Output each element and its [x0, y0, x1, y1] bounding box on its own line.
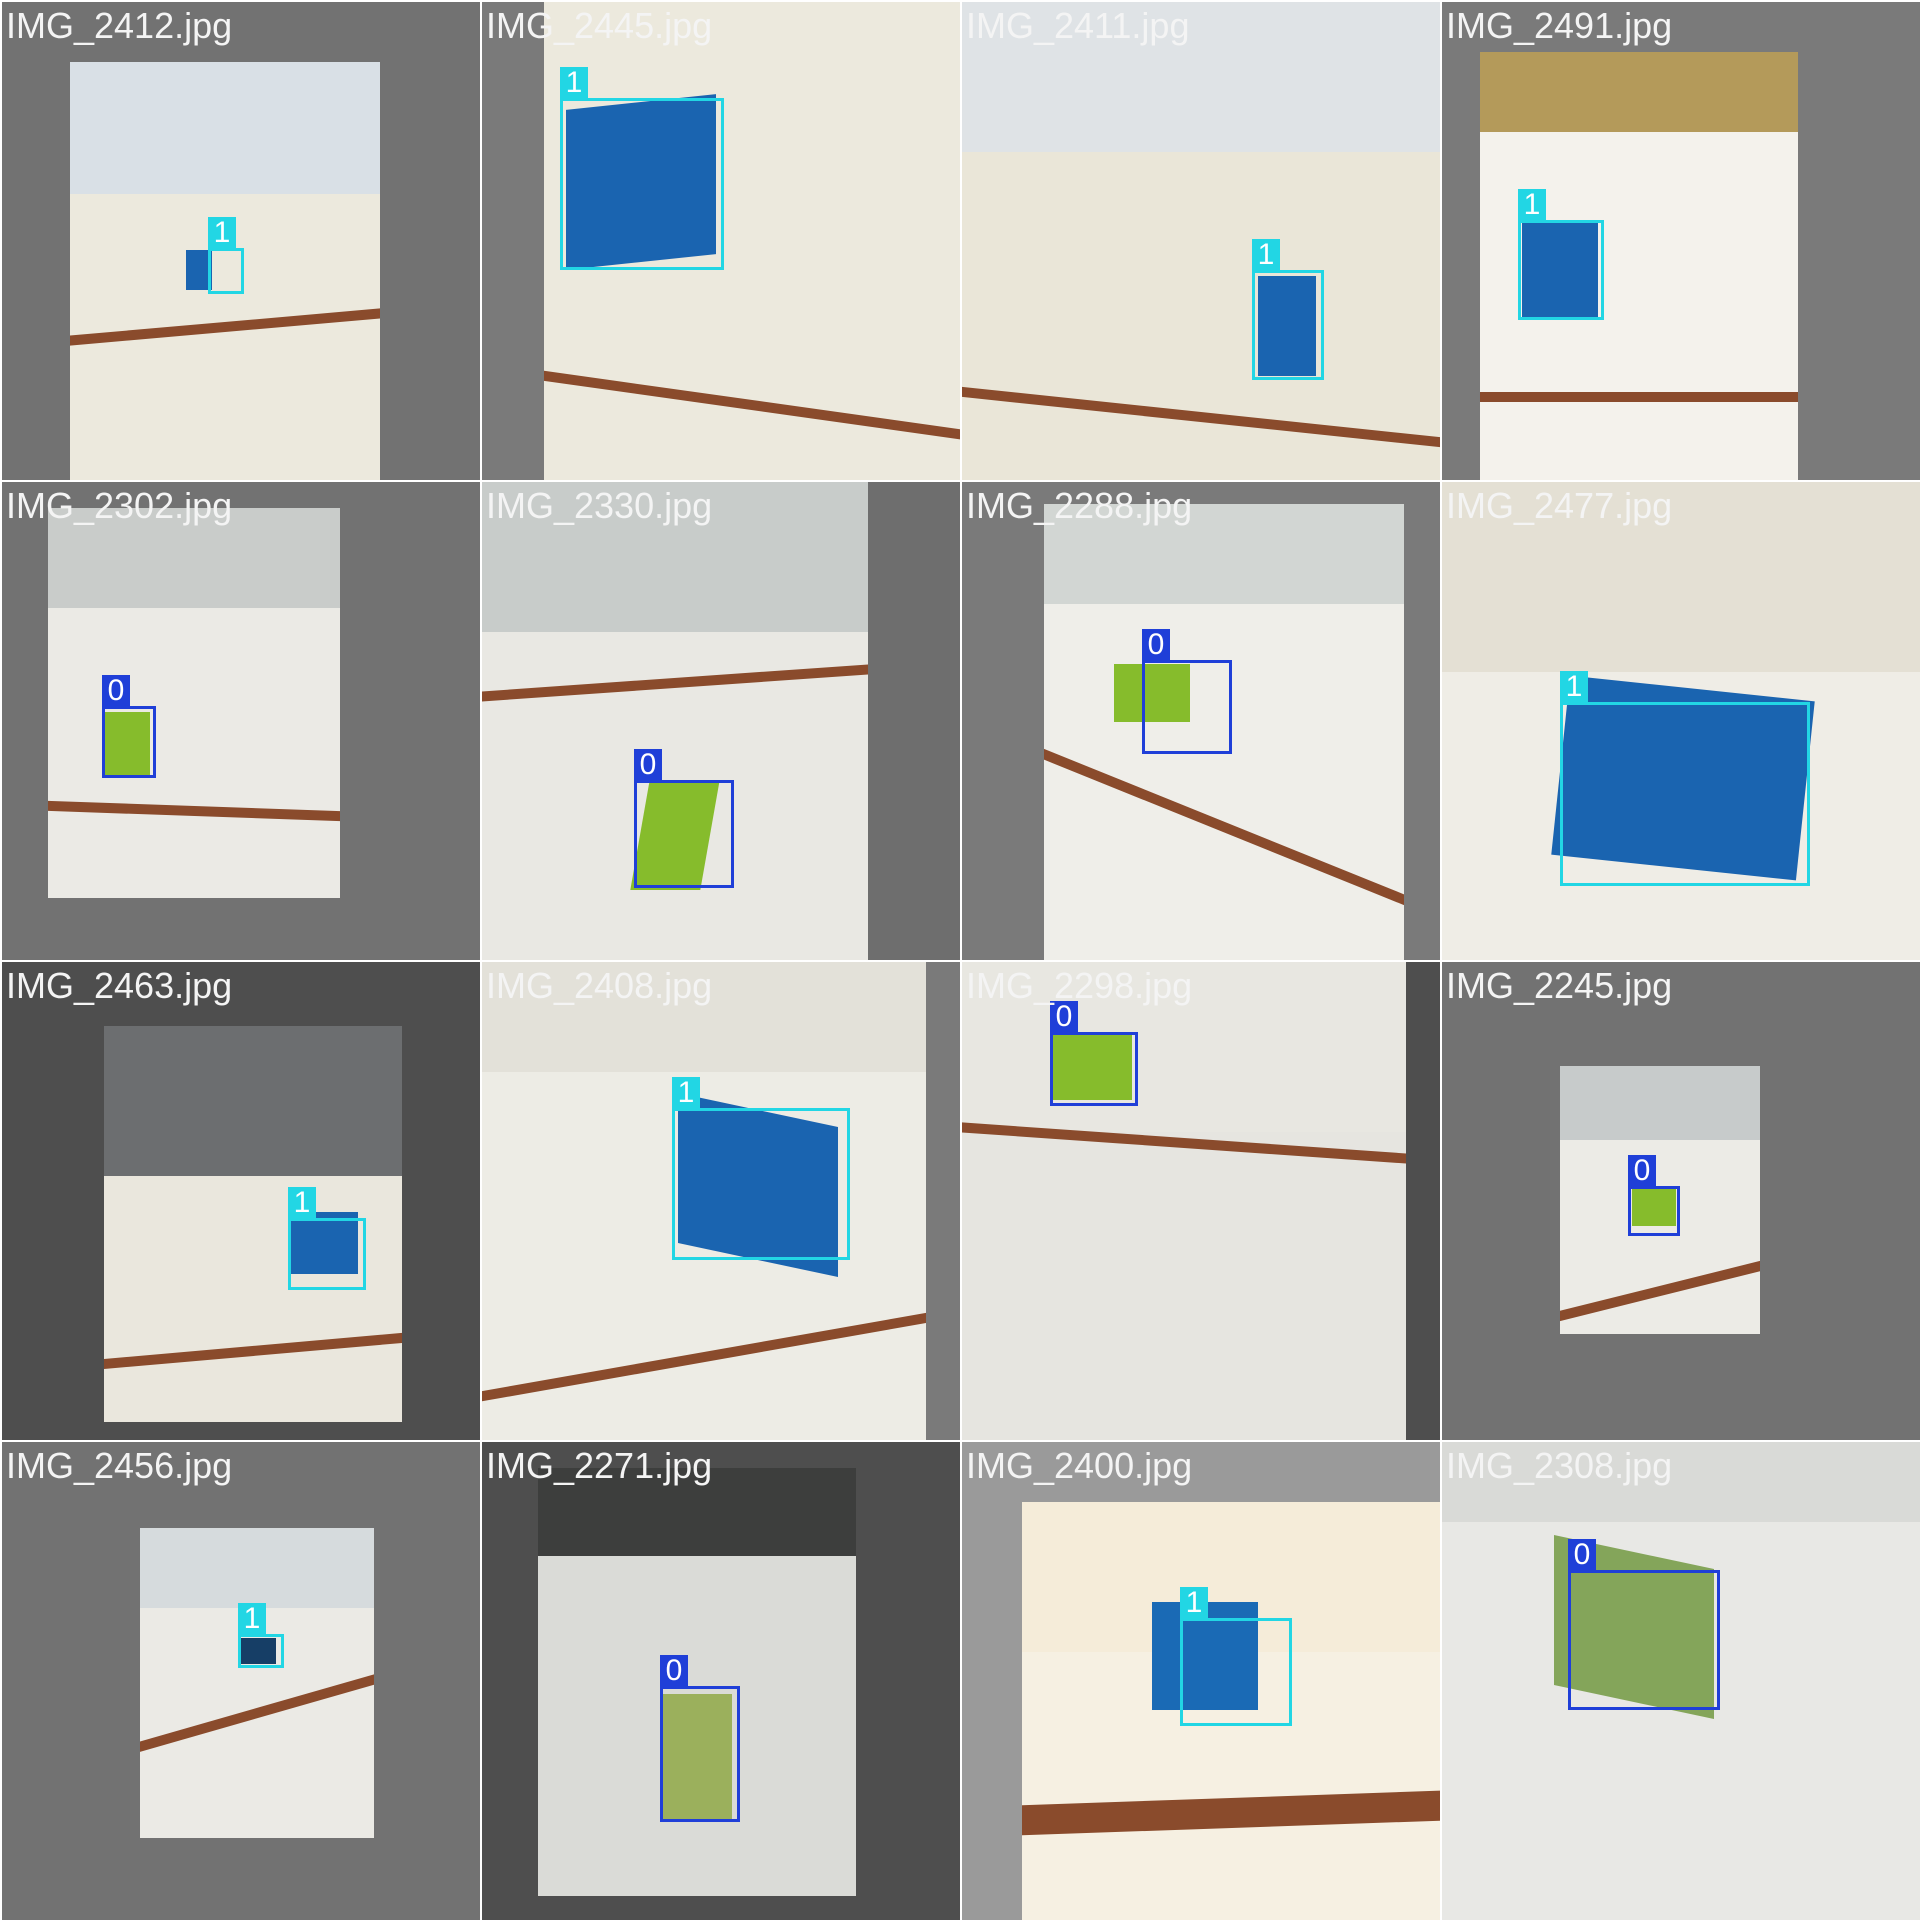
- class-label: 0: [660, 1655, 688, 1687]
- class-label: 1: [1560, 671, 1588, 703]
- class-label: 0: [1568, 1539, 1596, 1571]
- detection-box: 0: [1050, 1001, 1138, 1106]
- detection-box: 0: [634, 749, 734, 888]
- image-filename: IMG_2302.jpg: [6, 485, 233, 526]
- image-tile: 1 IMG_2445.jpg: [482, 2, 960, 480]
- photo: [962, 2, 1440, 480]
- class-label: 0: [1142, 629, 1170, 661]
- image-filename: IMG_2491.jpg: [1446, 5, 1673, 46]
- image-tile: 1 IMG_2400.jpg: [962, 1442, 1440, 1920]
- detection-box: 1: [560, 67, 724, 270]
- image-tile: 0 IMG_2298.jpg: [962, 962, 1440, 1440]
- class-label: 1: [560, 67, 588, 99]
- class-label: 1: [208, 217, 236, 249]
- image-tile: 0 IMG_2288.jpg: [962, 482, 1440, 960]
- photo: [140, 1528, 374, 1838]
- image-tile: 1 IMG_2456.jpg: [2, 1442, 480, 1920]
- detection-box: 0: [660, 1655, 740, 1822]
- image-filename: IMG_2271.jpg: [486, 1445, 713, 1486]
- image-filename: IMG_2298.jpg: [966, 965, 1193, 1006]
- class-label: 1: [1252, 239, 1280, 271]
- image-filename: IMG_2445.jpg: [486, 5, 713, 46]
- class-label: 0: [1628, 1155, 1656, 1187]
- image-tile: 1 IMG_2463.jpg: [2, 962, 480, 1440]
- photo: [48, 508, 340, 898]
- image-tile: 0 IMG_2245.jpg: [1442, 962, 1920, 1440]
- image-tile: 1 IMG_2411.jpg: [962, 2, 1440, 480]
- image-tile: 0 IMG_2330.jpg: [482, 482, 960, 960]
- class-label: 1: [238, 1603, 266, 1635]
- image-filename: IMG_2400.jpg: [966, 1445, 1193, 1486]
- image-filename: IMG_2412.jpg: [6, 5, 233, 46]
- image-tile: 0 IMG_2271.jpg: [482, 1442, 960, 1920]
- image-filename: IMG_2308.jpg: [1446, 1445, 1673, 1486]
- detection-box: 1: [1252, 239, 1324, 380]
- detection-box: 0: [1568, 1539, 1720, 1710]
- detection-box: 0: [102, 675, 156, 778]
- class-label: 0: [102, 675, 130, 707]
- class-label: 0: [634, 749, 662, 781]
- detection-box: 1: [1560, 671, 1810, 886]
- image-filename: IMG_2411.jpg: [966, 5, 1190, 46]
- detection-box: 1: [208, 217, 244, 294]
- image-filename: IMG_2245.jpg: [1446, 965, 1673, 1006]
- image-filename: IMG_2288.jpg: [966, 485, 1193, 526]
- detection-box: 1: [288, 1187, 366, 1290]
- image-tile: 1 IMG_2412.jpg: [2, 2, 480, 480]
- image-filename: IMG_2408.jpg: [486, 965, 713, 1006]
- prediction-grid: 1 IMG_2412.jpg 1 IMG_2445.jpg 1 IMG_2411…: [0, 0, 1920, 1920]
- detection-box: 0: [1142, 629, 1232, 754]
- detection-box: 0: [1628, 1155, 1680, 1236]
- class-label: 1: [1518, 189, 1546, 221]
- image-tile: 1 IMG_2477.jpg: [1442, 482, 1920, 960]
- detection-box: 1: [672, 1077, 850, 1260]
- photo: [538, 1468, 856, 1896]
- image-filename: IMG_2477.jpg: [1446, 485, 1673, 526]
- detection-box: 1: [238, 1603, 284, 1668]
- image-filename: IMG_2330.jpg: [486, 485, 713, 526]
- class-label: 1: [288, 1187, 316, 1219]
- class-label: 1: [1180, 1587, 1208, 1619]
- image-tile: 0 IMG_2308.jpg: [1442, 1442, 1920, 1920]
- image-tile: 0 IMG_2302.jpg: [2, 482, 480, 960]
- image-filename: IMG_2456.jpg: [6, 1445, 233, 1486]
- detection-box: 1: [1180, 1587, 1292, 1726]
- image-filename: IMG_2463.jpg: [6, 965, 233, 1006]
- class-label: 1: [672, 1077, 700, 1109]
- photo: [482, 482, 868, 960]
- detection-box: 1: [1518, 189, 1604, 320]
- image-tile: 1 IMG_2408.jpg: [482, 962, 960, 1440]
- photo: [962, 962, 1406, 1440]
- image-tile: 1 IMG_2491.jpg: [1442, 2, 1920, 480]
